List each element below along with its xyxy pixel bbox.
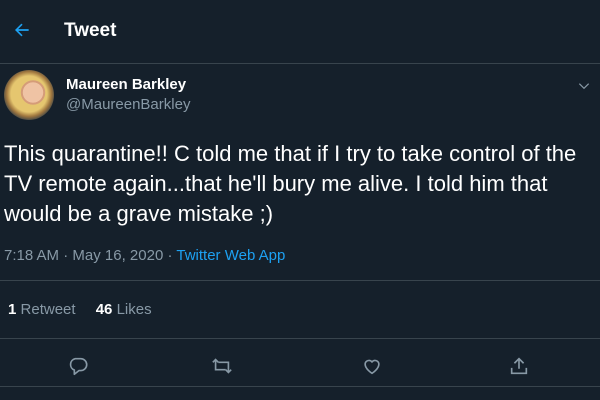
author-name[interactable]: Maureen Barkley [66,76,186,93]
page-title: Tweet [64,20,117,41]
tweet-meta: 7:18 AM · May 16, 2020 · Twitter Web App [4,247,285,264]
divider [0,280,600,281]
like-icon [364,359,380,375]
tweet-source-link[interactable]: Twitter Web App [176,247,285,264]
divider [0,386,600,387]
retweet-icon [212,358,232,374]
tweet-time[interactable]: 7:18 AM [4,247,59,264]
retweet-label: Retweet [20,301,76,318]
retweet-count-link[interactable]: 1 Retweet [8,301,80,318]
author-handle[interactable]: @MaureenBarkley [66,96,190,113]
retweet-button[interactable] [206,350,238,382]
divider [0,338,600,339]
top-bar: Tweet [0,0,600,64]
share-button[interactable] [503,350,535,382]
tweet-stats: 1 Retweet 46 Likes [8,301,152,318]
avatar[interactable] [4,70,54,120]
reply-icon [69,357,88,376]
chevron-down-icon [578,83,590,90]
meta-separator: · [63,247,69,264]
meta-separator: · [167,247,173,264]
like-button[interactable] [356,350,388,382]
like-count-link[interactable]: 46 Likes [96,301,152,318]
back-button[interactable] [8,16,36,44]
more-options-button[interactable] [572,74,596,98]
retweet-count: 1 [8,301,17,318]
share-icon [510,357,528,375]
reply-button[interactable] [62,350,94,382]
like-label: Likes [116,301,152,318]
tweet-text: This quarantine!! C told me that if I tr… [4,141,577,226]
tweet-date[interactable]: May 16, 2020 [72,247,163,264]
action-bar [0,340,600,386]
like-count: 46 [95,301,113,318]
back-arrow-icon [15,23,29,37]
